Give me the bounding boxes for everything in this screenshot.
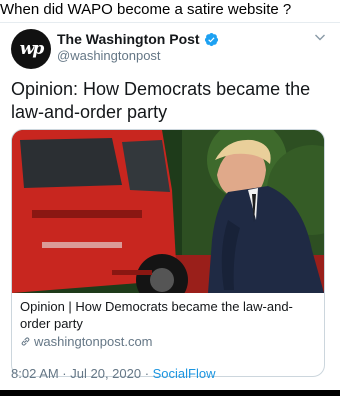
link-preview-body: Opinion | How Democrats became the law-a…: [20, 298, 318, 349]
tweet-meta: 8:02 AM · Jul 20, 2020 · SocialFlow: [11, 366, 216, 381]
author-row: The Washington Post: [57, 31, 219, 47]
tweet-source[interactable]: SocialFlow: [153, 366, 216, 381]
link-preview-card[interactable]: Opinion | How Democrats became the law-a…: [11, 129, 325, 377]
chevron-down-icon[interactable]: [314, 31, 326, 43]
author-handle[interactable]: @washingtonpost: [57, 48, 161, 63]
link-preview-domain-row: washingtonpost.com: [20, 334, 318, 349]
verified-badge-icon: [204, 32, 218, 46]
link-preview-title: Opinion | How Democrats became the law-a…: [20, 299, 293, 331]
bottom-border: [0, 390, 340, 396]
tweet-timestamp[interactable]: 8:02 AM · Jul 20, 2020 ·: [11, 366, 153, 381]
link-icon: [21, 337, 30, 346]
tweet-card[interactable]: wp The Washington Post @washingtonpost O…: [0, 22, 340, 396]
author-name[interactable]: The Washington Post: [57, 31, 200, 47]
link-preview-image[interactable]: [12, 130, 324, 293]
link-preview-domain: washingtonpost.com: [34, 334, 153, 349]
post-caption: When did WAPO become a satire website ?: [0, 1, 292, 18]
avatar-logo: wp: [19, 39, 44, 59]
preview-photo: [12, 130, 324, 293]
avatar[interactable]: wp: [11, 29, 51, 69]
tweet-text: Opinion: How Democrats became the law-an…: [11, 79, 311, 122]
